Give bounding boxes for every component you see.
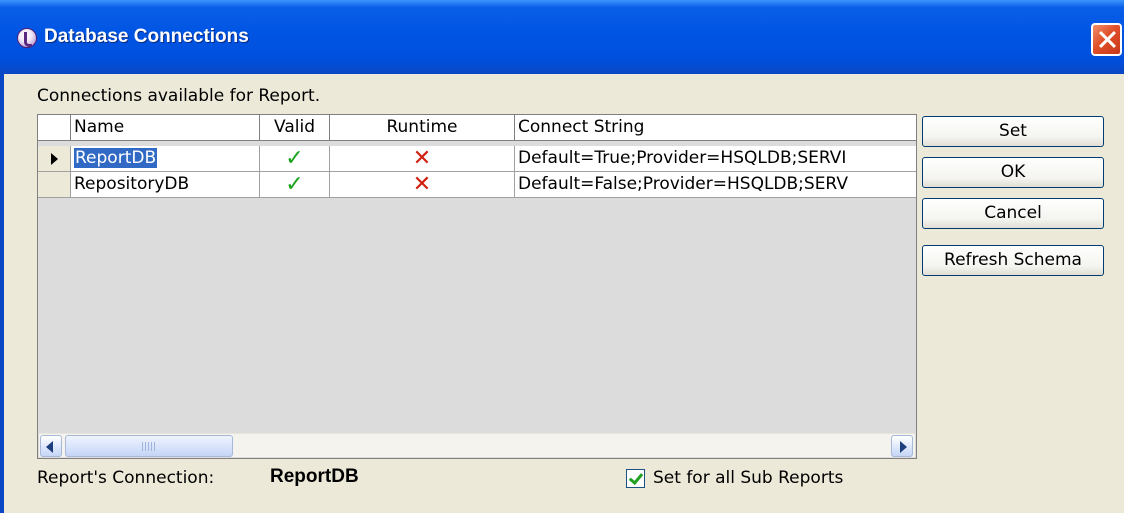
report-connection-value: ReportDB <box>270 466 359 487</box>
horizontal-scrollbar[interactable] <box>39 433 915 457</box>
set-for-all-subreports-label[interactable]: Set for all Sub Reports <box>653 468 843 488</box>
cell-valid[interactable]: ✓ <box>260 146 330 172</box>
set-button[interactable]: Set <box>922 116 1104 147</box>
cell-connect-string[interactable]: Default=True;Provider=HSQLDB;SERVI <box>515 146 916 172</box>
refresh-schema-button[interactable]: Refresh Schema <box>922 245 1104 276</box>
crystal-reports-icon <box>17 28 37 48</box>
valid-check-icon: ✓ <box>285 172 304 197</box>
cancel-button[interactable]: Cancel <box>922 198 1104 229</box>
chevron-left-icon <box>46 441 53 453</box>
chevron-right-icon <box>900 441 907 453</box>
column-header-connect-string[interactable]: Connect String <box>515 115 916 141</box>
column-header-name[interactable]: Name <box>71 115 260 141</box>
cell-valid[interactable]: ✓ <box>260 172 330 198</box>
connections-caption: Connections available for Report. <box>37 86 321 106</box>
cell-name-text: ReportDB <box>74 148 158 168</box>
report-connection-label: Report's Connection: <box>37 468 215 488</box>
window-border <box>0 74 4 513</box>
cell-name[interactable]: RepositoryDB <box>71 172 260 198</box>
cell-name[interactable]: ReportDB <box>71 146 260 172</box>
cell-connect-string[interactable]: Default=False;Provider=HSQLDB;SERV <box>515 172 916 198</box>
connections-grid[interactable]: Name Valid Runtime Connect String Report… <box>37 114 917 459</box>
scrollbar-thumb[interactable] <box>65 435 233 457</box>
scroll-left-button[interactable] <box>40 435 62 457</box>
runtime-cross-icon: ✕ <box>412 172 432 197</box>
column-header-runtime[interactable]: Runtime <box>330 115 515 141</box>
current-row-arrow-icon <box>51 153 58 165</box>
scroll-right-button[interactable] <box>891 435 913 457</box>
ok-button[interactable]: OK <box>922 157 1104 188</box>
column-header-valid[interactable]: Valid <box>260 115 330 141</box>
title-bar[interactable]: Database Connections <box>0 0 1124 74</box>
cell-runtime[interactable]: ✕ <box>330 146 515 172</box>
valid-check-icon: ✓ <box>285 146 304 171</box>
header-selector <box>38 115 71 141</box>
runtime-cross-icon: ✕ <box>412 146 432 171</box>
set-for-all-subreports-checkbox[interactable] <box>626 469 645 488</box>
row-selector[interactable] <box>38 146 71 172</box>
window-title: Database Connections <box>44 26 249 47</box>
grip-icon <box>142 442 156 451</box>
row-selector[interactable] <box>38 172 71 198</box>
cell-runtime[interactable]: ✕ <box>330 172 515 198</box>
close-icon[interactable] <box>1091 23 1122 56</box>
